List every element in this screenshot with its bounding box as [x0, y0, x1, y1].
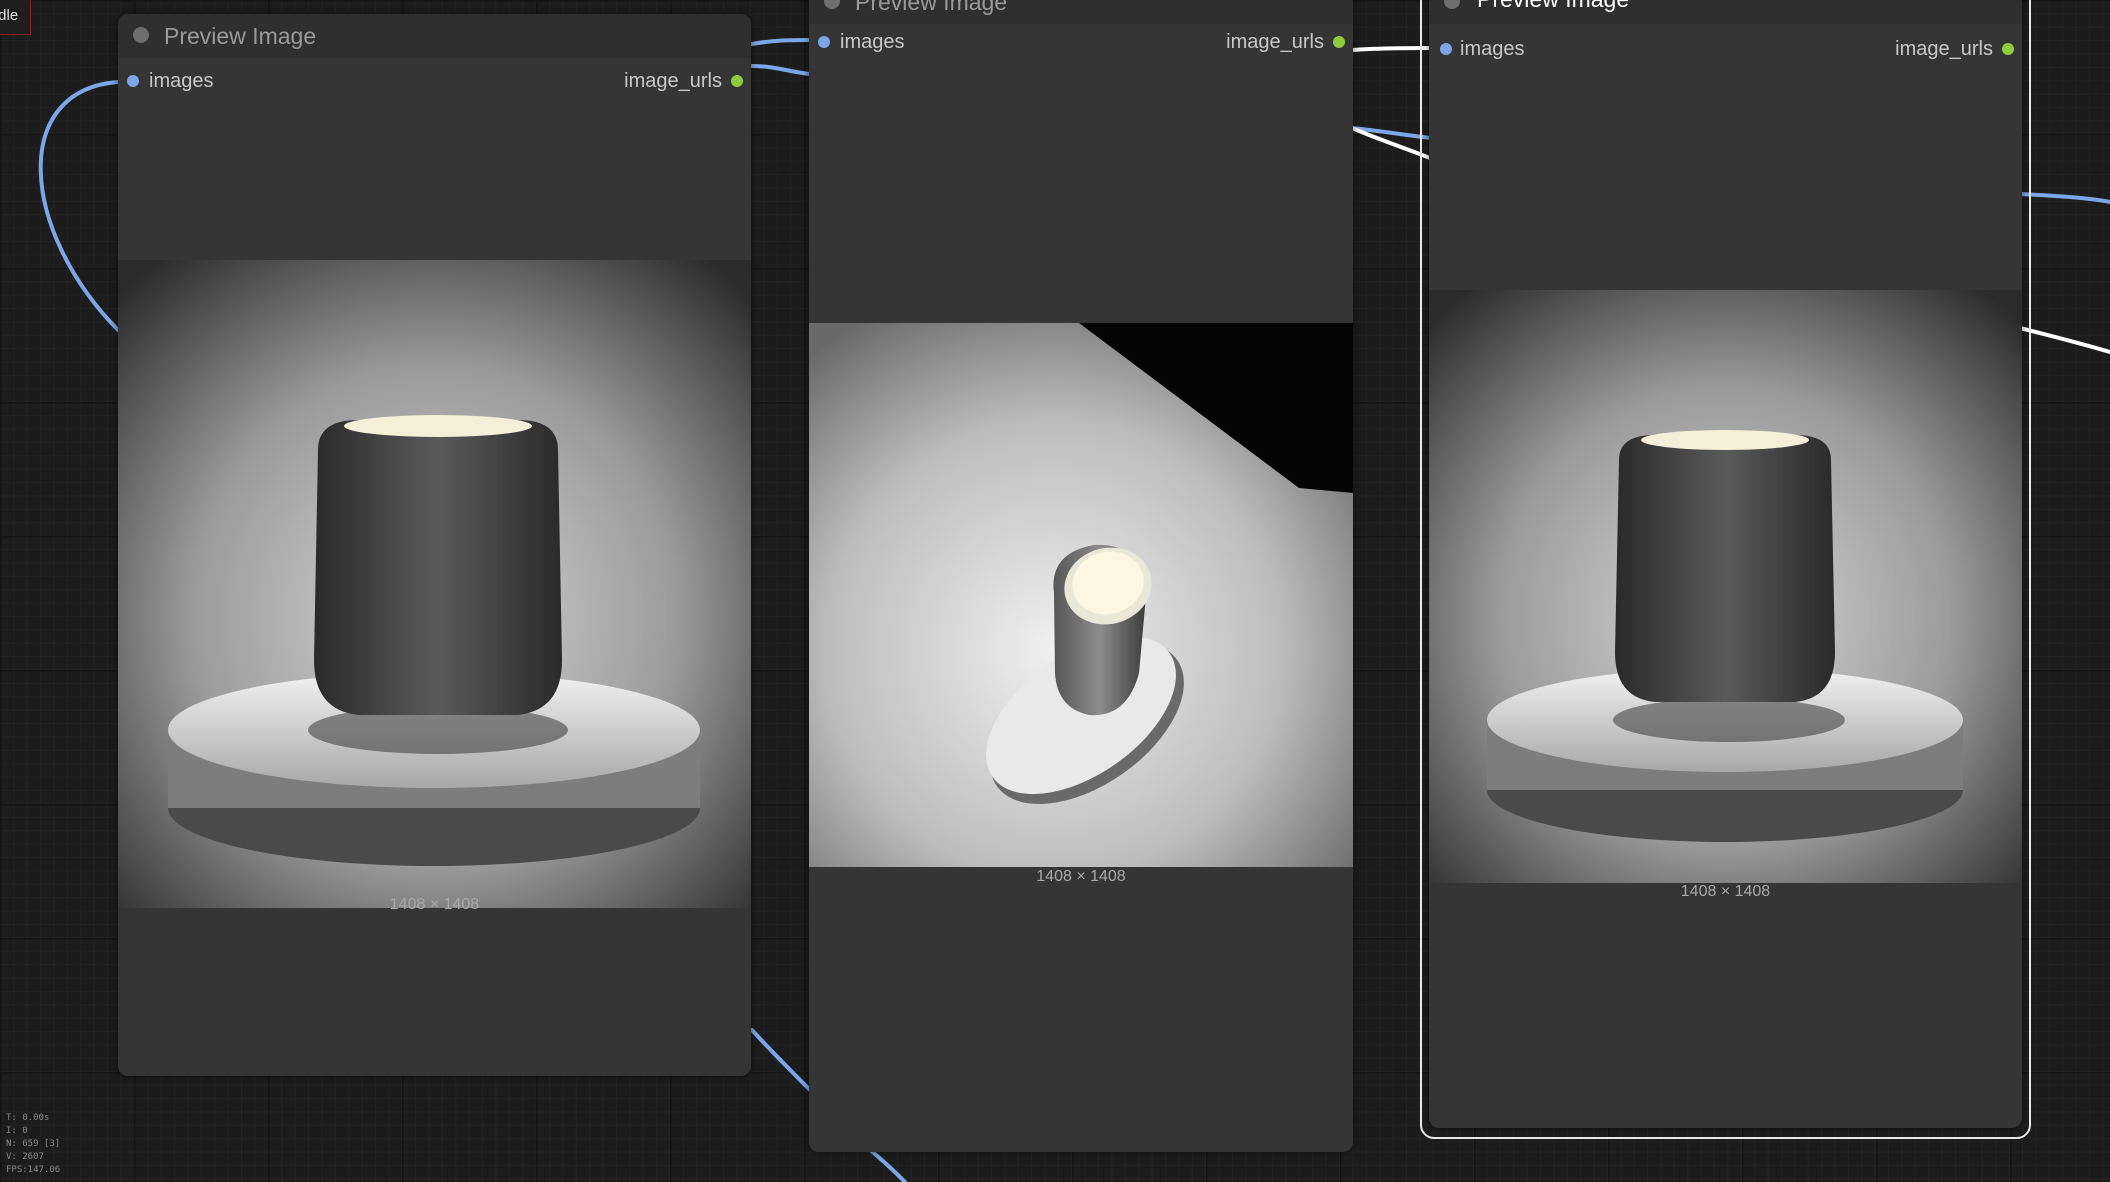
- stat-line: V: 2607: [6, 1152, 44, 1162]
- link-node2-to-node3-white: [1350, 46, 1432, 52]
- input-slot-label: images: [149, 70, 214, 92]
- input-slot-label: images: [1460, 38, 1525, 60]
- output-slot-image-urls-icon[interactable]: [2002, 43, 2014, 55]
- status-indicator: Idle: [0, 0, 31, 35]
- homepod-image: [809, 323, 1353, 867]
- image-dimensions: 1408 × 1408: [1680, 883, 1771, 900]
- link-node1-bottom: [750, 1028, 812, 1092]
- output-slot-label: image_urls: [1895, 38, 1993, 60]
- link-node3-right-white: [2018, 326, 2110, 354]
- node-title: Preview Image: [855, 0, 1008, 15]
- link-into-node-1: [38, 80, 120, 332]
- collapse-toggle-icon[interactable]: [824, 0, 840, 9]
- image-dimensions: 1408 × 1408: [1036, 868, 1126, 885]
- input-slot-label: images: [840, 31, 905, 53]
- link-node1-to-node2-top: [750, 38, 812, 46]
- stat-line: FPS:147.06: [6, 1165, 61, 1175]
- stat-line: N: 659 [3]: [6, 1139, 61, 1149]
- collapse-toggle-icon[interactable]: [1444, 0, 1460, 9]
- node-title-bar[interactable]: Preview Image: [118, 14, 751, 58]
- canvas-stats: T: 0.00s I: 0 N: 659 [3] V: 2607 FPS:147…: [6, 1112, 60, 1177]
- homepod-image: [1429, 290, 2022, 883]
- preview-image-node-1[interactable]: Preview Image images image_urls 1408 × 1…: [118, 14, 751, 1076]
- node-title-bar[interactable]: Preview Image: [809, 0, 1353, 24]
- preview-image-node-2[interactable]: Preview Image images image_urls 1408 × 1…: [809, 0, 1353, 1152]
- link-node3-right-out: [2018, 192, 2110, 204]
- output-slot-image-urls-icon[interactable]: [1333, 36, 1345, 48]
- collapse-toggle-icon[interactable]: [133, 27, 149, 43]
- link-node1-to-node2-b: [750, 64, 812, 76]
- preview-image[interactable]: [118, 260, 751, 908]
- preview-image[interactable]: [809, 323, 1353, 867]
- stat-line: I: 0: [6, 1126, 28, 1136]
- node-title-bar[interactable]: Preview Image: [1429, 0, 2022, 24]
- node-title: Preview Image: [164, 23, 317, 49]
- homepod-image: [118, 260, 751, 908]
- input-slot-images-icon[interactable]: [127, 75, 139, 87]
- stat-line: T: 0.00s: [6, 1113, 50, 1123]
- node-title: Preview Image: [1477, 0, 1629, 13]
- preview-image-node-3[interactable]: Preview Image images image_urls 1408 × 1…: [1429, 0, 2022, 1128]
- preview-image[interactable]: [1429, 290, 2022, 883]
- output-slot-image-urls-icon[interactable]: [731, 75, 743, 87]
- input-slot-images-icon[interactable]: [818, 36, 830, 48]
- image-dimensions: 1408 × 1408: [389, 896, 480, 913]
- input-slot-images-icon[interactable]: [1440, 43, 1452, 55]
- output-slot-label: image_urls: [624, 70, 722, 92]
- link-node2-bottom: [868, 1148, 907, 1182]
- output-slot-label: image_urls: [1226, 31, 1324, 53]
